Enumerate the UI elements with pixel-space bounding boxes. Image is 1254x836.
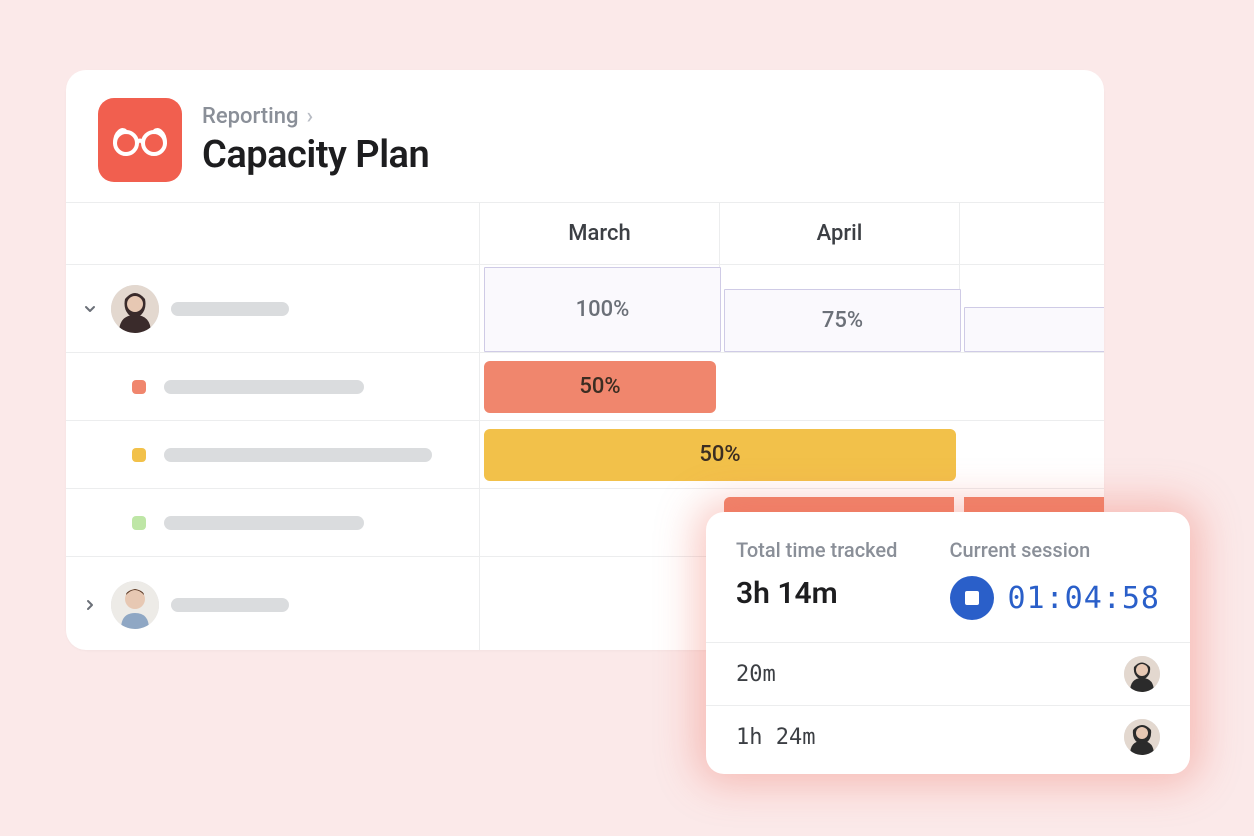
allocation-bar[interactable]: 50% (484, 429, 956, 481)
avatar (111, 285, 159, 333)
total-tracked-value: 3h 14m (736, 576, 897, 611)
total-tracked-label: Total time tracked (736, 538, 897, 562)
placeholder-text (171, 598, 289, 612)
header: Reporting › Capacity Plan (66, 70, 1104, 202)
breadcrumb-parent[interactable]: Reporting (202, 104, 298, 129)
avatar (111, 581, 159, 629)
page-title: Capacity Plan (202, 133, 429, 177)
col-april: April (720, 203, 960, 265)
current-session-label: Current session (950, 538, 1161, 562)
allocation-bar[interactable]: 50% (484, 361, 716, 413)
stop-icon (965, 591, 979, 605)
time-tracker-panel: Total time tracked 3h 14m Current sessio… (706, 512, 1190, 774)
task-color-dot (132, 448, 146, 462)
task-row[interactable] (66, 353, 480, 421)
task-color-dot (132, 516, 146, 530)
chevron-right-icon[interactable] (81, 596, 99, 614)
placeholder-text (164, 380, 364, 394)
breadcrumb[interactable]: Reporting › (202, 104, 429, 129)
task-color-dot (132, 380, 146, 394)
app-icon (98, 98, 182, 182)
tracker-entry[interactable]: 1h 24m (706, 706, 1190, 768)
placeholder-text (164, 516, 364, 530)
placeholder-text (164, 448, 432, 462)
alloc-cell: 50% (480, 421, 1104, 489)
corner-cell (66, 203, 480, 265)
placeholder-text (171, 302, 289, 316)
chevron-down-icon[interactable] (81, 300, 99, 318)
col-march: March (480, 203, 720, 265)
avatar (1124, 719, 1160, 755)
chevron-right-icon: › (306, 104, 313, 129)
avatar (1124, 656, 1160, 692)
task-row[interactable] (66, 489, 480, 557)
total-tracked-block: Total time tracked 3h 14m (736, 538, 897, 620)
glasses-icon (113, 123, 167, 157)
alloc-cell: 50% (480, 353, 1104, 421)
entry-duration: 20m (736, 662, 776, 687)
person-row[interactable] (66, 265, 480, 353)
stop-button[interactable] (950, 576, 994, 620)
tracker-entries: 20m 1h 24m (706, 642, 1190, 768)
person-row[interactable] (66, 557, 480, 650)
col-may: May (960, 203, 1104, 265)
capacity-march: 100% (480, 265, 720, 353)
entry-duration: 1h 24m (736, 725, 815, 750)
capacity-april: 75% (720, 265, 960, 353)
tracker-entry[interactable]: 20m (706, 643, 1190, 706)
session-timer: 01:04:58 (1008, 581, 1161, 616)
current-session-block: Current session 01:04:58 (950, 538, 1161, 620)
capacity-may: 50% (960, 265, 1104, 353)
task-row[interactable] (66, 421, 480, 489)
